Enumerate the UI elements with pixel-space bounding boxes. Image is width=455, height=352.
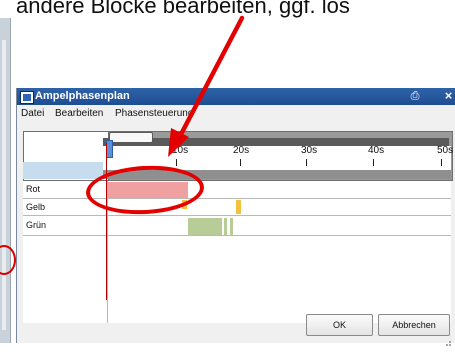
annotation-red-arrow: [168, 15, 245, 157]
